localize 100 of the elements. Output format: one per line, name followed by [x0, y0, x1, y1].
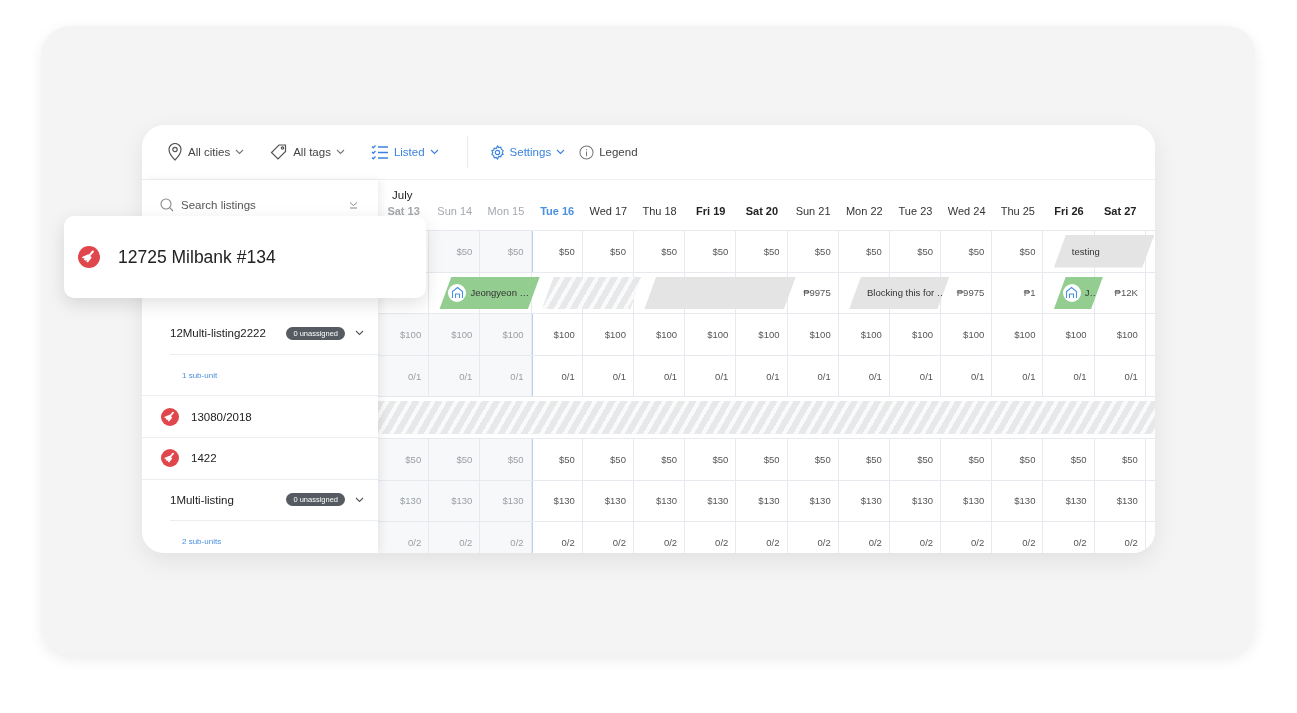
day-header: Sun 21 [794, 205, 832, 217]
table-cell: $50 [838, 231, 890, 272]
table-cell: $50 [941, 438, 993, 480]
table-cell: $130 [838, 480, 890, 522]
table-cell: $130 [992, 480, 1044, 522]
table-cell: $50 [889, 438, 942, 480]
day-header: Wed 17 [588, 205, 629, 217]
info-icon [579, 144, 595, 160]
table-cell: $100 [941, 314, 993, 355]
filter-button[interactable]: Listed [370, 141, 439, 163]
search-field[interactable]: Search listings [181, 199, 342, 211]
table-cell: $50 [633, 438, 686, 480]
table-cell: $50 [787, 231, 839, 272]
table-cell: $50 [582, 438, 634, 480]
table-cell: 0/1 [685, 355, 737, 397]
table-cell: $100 [429, 314, 481, 355]
house-icon [448, 283, 467, 302]
settings-icon [489, 144, 505, 160]
table-cell: $50 [685, 438, 737, 480]
table-cell: 0/1 [531, 355, 583, 397]
collapse-icon[interactable] [349, 201, 358, 209]
toolbar-button[interactable]: Legend [579, 141, 638, 163]
filter-button[interactable]: All tags [270, 141, 345, 163]
table-cell: 0/2 [1043, 522, 1095, 553]
broom-icon [161, 449, 179, 468]
expand-button[interactable] [355, 496, 364, 503]
table-cell: $130 [889, 480, 942, 522]
day-header: Thu 18 [641, 205, 678, 217]
table-cell: 0/2 [992, 522, 1044, 553]
table-cell: $100 [889, 314, 942, 355]
listing-name: 12725 Milbank #134 [118, 246, 276, 268]
table-cell: 0/2 [838, 522, 890, 553]
table-cell: $50 [633, 231, 686, 272]
listing-name: 13080/2018 [191, 410, 253, 423]
table-cell: 0/1 [787, 355, 839, 397]
house-icon [1062, 283, 1081, 302]
table-cell: $50 [941, 231, 993, 272]
table-cell: $50 [429, 438, 481, 480]
listing-name: 12Multi-listing2222 [170, 327, 267, 340]
blocked-dates-bar[interactable]: Blocking this for … [849, 276, 950, 310]
table-cell: 0/2 [941, 522, 993, 553]
broom-icon [161, 407, 179, 426]
table-cell: $100 [633, 314, 686, 355]
table-cell: 0/2 [736, 522, 788, 553]
expand-button[interactable] [355, 330, 364, 337]
table-cell: 0/2 [582, 522, 634, 553]
month-label: July [392, 189, 413, 201]
search-icon [160, 198, 174, 212]
table-cell: $50 [1043, 438, 1095, 480]
reservation-bar[interactable]: Jeongyeon … [439, 276, 540, 310]
table-cell: $50 [429, 231, 481, 272]
table-cell: $100 [378, 314, 430, 355]
table-cell: 0/1 [429, 355, 481, 397]
location-pin-icon [167, 143, 183, 161]
table-cell: $100 [1094, 314, 1146, 355]
table-cell: 0/1 [1094, 355, 1146, 397]
day-header: Sat 20 [744, 205, 780, 217]
table-cell: $130 [1094, 480, 1146, 522]
blocked-dates-bar[interactable]: testing [1053, 235, 1155, 268]
table-cell: 0/2 [633, 522, 686, 553]
day-header: Mon 22 [844, 205, 884, 217]
table-cell: 0/1 [1043, 355, 1095, 397]
table-cell: $100 [1043, 314, 1095, 355]
table-cell: 0/1 [941, 355, 993, 397]
table-cell: 0/1 [633, 355, 686, 397]
listing-name: 1422 [191, 452, 218, 465]
day-header: Mon 15 [486, 205, 526, 217]
table-cell: $130 [633, 480, 686, 522]
filter-button[interactable]: All cities [167, 141, 245, 163]
table-cell: 0/2 [787, 522, 839, 553]
table-cell: $100 [531, 314, 583, 355]
day-header: Tue 23 [897, 205, 934, 217]
day-header: Fri 19 [695, 205, 727, 217]
table-cell: $130 [685, 480, 737, 522]
table-cell: $50 [480, 231, 532, 272]
table-cell: $50 [582, 231, 634, 272]
day-header: Sat 27 [1103, 205, 1138, 217]
table-cell: 0/1 [378, 355, 430, 397]
table-cell: $130 [531, 480, 583, 522]
sub-unit-link[interactable]: 2 sub-units [182, 536, 222, 546]
day-header: Sun 14 [436, 205, 474, 217]
broom-icon [78, 246, 100, 268]
table-cell: $50 [736, 231, 788, 272]
table-cell: 0/2 [429, 522, 481, 553]
table-cell: $130 [941, 480, 993, 522]
table-cell: $100 [736, 314, 788, 355]
table-cell: 0/1 [992, 355, 1044, 397]
table-cell: 0/2 [378, 522, 430, 553]
sub-unit-link[interactable]: 1 sub-unit [182, 370, 218, 380]
table-cell: $50 [838, 438, 890, 480]
listing-name: 1Multi-listing [170, 493, 235, 506]
table-cell: $130 [429, 480, 481, 522]
table-cell: 0/1 [838, 355, 890, 397]
toolbar-button[interactable]: Settings [489, 141, 566, 163]
table-cell: $50 [992, 438, 1044, 480]
table-cell: $100 [838, 314, 890, 355]
table-cell: $130 [1043, 480, 1095, 522]
table-cell: $130 [480, 480, 532, 522]
table-cell: $100 [685, 314, 737, 355]
table-cell: 0/2 [480, 522, 532, 553]
